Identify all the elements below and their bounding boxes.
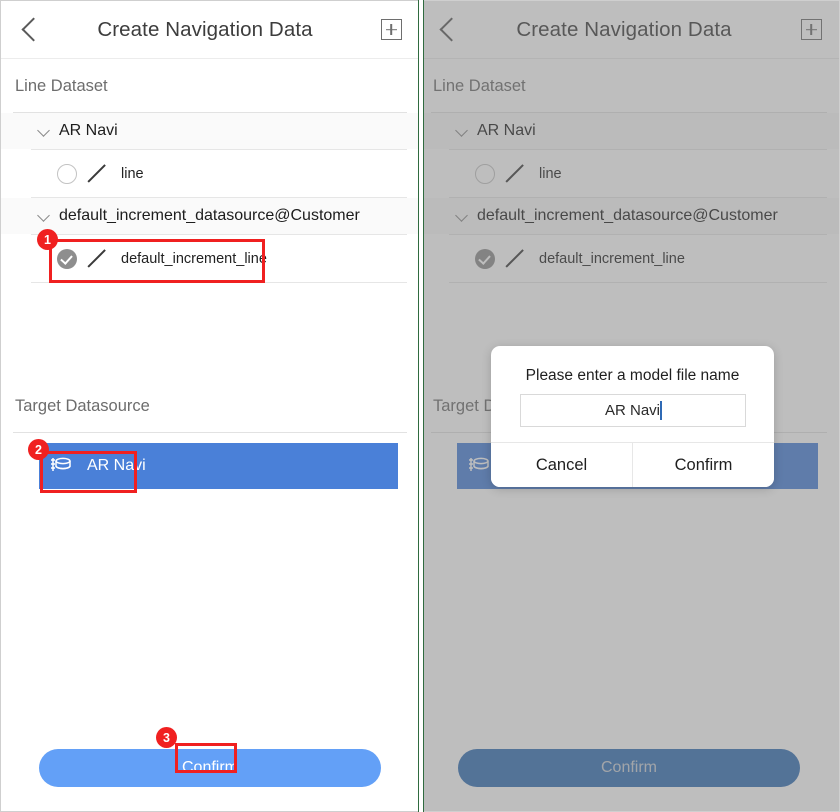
section-divider	[13, 432, 407, 433]
dialog-action-row: Cancel Confirm	[491, 442, 774, 487]
tree-item-label: line	[121, 165, 144, 182]
target-datasource-label: AR Navi	[87, 457, 146, 474]
tree-item-label: default_increment_line	[121, 250, 267, 267]
app-bar: Create Navigation Data	[1, 1, 419, 59]
tree-separator	[31, 282, 407, 283]
tree-group-ar-navi[interactable]: AR Navi	[1, 113, 419, 149]
right-screen-panel: Create Navigation Data Line Dataset AR N…	[419, 0, 840, 812]
page-title: Create Navigation Data	[97, 17, 313, 41]
tree-item-line[interactable]: line	[1, 150, 419, 197]
tree-group-label: default_increment_datasource@Customer	[59, 207, 360, 224]
dialog-confirm-button[interactable]: Confirm	[632, 443, 774, 487]
screenshot-root: Create Navigation Data Line Dataset AR N…	[0, 0, 840, 812]
tree-group-default-increment-datasource[interactable]: default_increment_datasource@Customer	[1, 198, 419, 234]
chevron-down-icon	[39, 126, 50, 137]
right-screen-body: Create Navigation Data Line Dataset AR N…	[419, 1, 839, 811]
left-screen-panel: Create Navigation Data Line Dataset AR N…	[0, 0, 419, 812]
target-datasource-section: Target Datasource AR Navi	[1, 379, 419, 489]
radio-unchecked-icon[interactable]	[57, 163, 77, 184]
plus-square-icon	[380, 19, 402, 40]
line-dataset-tree: AR Navi line default_increment_datasourc…	[1, 113, 419, 283]
left-screen-body: Create Navigation Data Line Dataset AR N…	[1, 1, 419, 811]
target-datasource-item-ar-navi[interactable]: AR Navi	[39, 443, 398, 489]
tree-item-default-increment-line[interactable]: default_increment_line	[1, 235, 419, 282]
text-cursor-icon	[659, 401, 662, 420]
chevron-left-icon	[22, 17, 37, 43]
tree-group-label: AR Navi	[59, 122, 118, 139]
confirm-button[interactable]: Confirm	[39, 749, 381, 787]
line-dataset-section-label: Line Dataset	[15, 77, 108, 95]
model-file-name-input[interactable]	[519, 394, 746, 427]
bottom-action-bar: Confirm	[1, 749, 419, 787]
dialog-title: Please enter a model file name	[525, 367, 740, 384]
model-file-name-dialog: Please enter a model file name Cancel Co…	[491, 346, 774, 487]
dialog-cancel-button[interactable]: Cancel	[491, 443, 632, 487]
database-icon	[49, 454, 75, 478]
chevron-down-icon	[39, 211, 50, 222]
slash-line-icon	[85, 163, 107, 185]
panel-divider	[418, 0, 424, 812]
dialog-input-wrapper	[491, 394, 774, 427]
check-circle-icon[interactable]	[57, 248, 77, 269]
confirm-button-label: Confirm	[181, 759, 238, 776]
slash-line-icon	[85, 248, 107, 270]
target-datasource-section-label: Target Datasource	[15, 397, 150, 415]
add-button[interactable]	[363, 1, 419, 59]
